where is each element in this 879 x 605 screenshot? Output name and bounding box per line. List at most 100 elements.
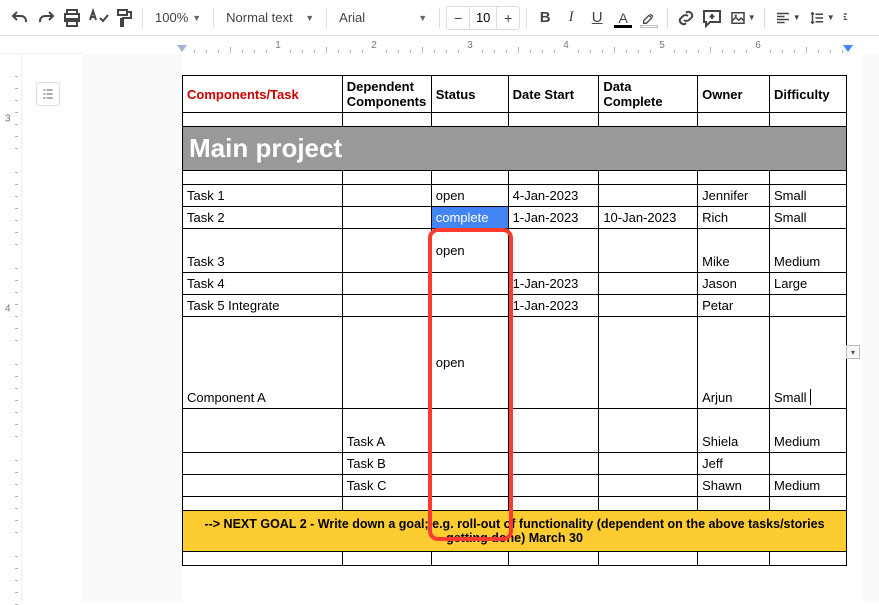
cell-start[interactable]: 1-Jan-2023	[508, 207, 599, 229]
table-row[interactable]: Task 4 1-Jan-2023 JasonLarge	[183, 273, 847, 295]
table-row[interactable]: Component A open ArjunSmall	[183, 317, 847, 409]
cell-owner[interactable]: Mike	[698, 229, 770, 273]
cell-dep[interactable]: Task A	[342, 409, 431, 453]
cell-name[interactable]	[183, 409, 343, 453]
cell-complete[interactable]: 10-Jan-2023	[599, 207, 698, 229]
cell-status[interactable]: complete	[431, 207, 508, 229]
cell-status[interactable]: open	[431, 229, 508, 273]
hdr-owner[interactable]: Owner	[698, 76, 770, 113]
cell-name[interactable]	[183, 475, 343, 497]
redo-button[interactable]	[34, 6, 58, 30]
insert-link-button[interactable]	[674, 6, 698, 30]
font-size-dec[interactable]: −	[447, 7, 469, 29]
hdr-date-complete[interactable]: Data Complete	[599, 76, 698, 113]
table-row[interactable]: Task 5 Integrate 1-Jan-2023 Petar	[183, 295, 847, 317]
cell-start[interactable]: 1-Jan-2023	[508, 295, 599, 317]
cell-dep[interactable]	[342, 317, 431, 409]
print-button[interactable]	[60, 6, 84, 30]
paint-format-button[interactable]	[112, 6, 136, 30]
cell-diff[interactable]	[770, 295, 847, 317]
cell-owner[interactable]: Rich	[698, 207, 770, 229]
line-spacing-button[interactable]: ▼	[805, 6, 837, 30]
cell-name[interactable]: Task 3	[183, 229, 343, 273]
cell-status[interactable]	[431, 273, 508, 295]
cell-diff[interactable]	[770, 453, 847, 475]
cell-diff[interactable]: Medium	[770, 409, 847, 453]
italic-button[interactable]: I	[559, 6, 583, 30]
cell-complete[interactable]	[599, 475, 698, 497]
cell-status[interactable]	[431, 453, 508, 475]
cell-dropdown-icon[interactable]: ▾	[846, 345, 860, 359]
cell-dep[interactable]: Task C	[342, 475, 431, 497]
zoom-dropdown[interactable]: 100%▼	[149, 5, 207, 31]
font-dropdown[interactable]: Arial▼	[333, 5, 433, 31]
cell-start[interactable]: 4-Jan-2023	[508, 185, 599, 207]
hdr-components-task[interactable]: Components/Task	[183, 76, 343, 113]
document-outline-button[interactable]	[36, 82, 60, 106]
cell-diff[interactable]: Medium	[770, 475, 847, 497]
table-row[interactable]: Task 2 complete1-Jan-202310-Jan-2023RichS…	[183, 207, 847, 229]
left-indent-marker[interactable]	[177, 45, 187, 52]
table-row[interactable]: Task 1 open4-Jan-2023 JenniferSmall	[183, 185, 847, 207]
spacer-row[interactable]	[183, 552, 847, 566]
cell-start[interactable]	[508, 453, 599, 475]
cell-status[interactable]	[431, 475, 508, 497]
cell-diff[interactable]: Small	[770, 207, 847, 229]
cell-owner[interactable]: Shiela	[698, 409, 770, 453]
cell-complete[interactable]	[599, 317, 698, 409]
hdr-status[interactable]: Status	[431, 76, 508, 113]
insert-image-button[interactable]: ▼	[726, 6, 758, 30]
table-row[interactable]: Task B Jeff	[183, 453, 847, 475]
cell-diff[interactable]: Medium	[770, 229, 847, 273]
table-row[interactable]: Task A ShielaMedium	[183, 409, 847, 453]
text-color-button[interactable]: A	[611, 6, 635, 30]
font-size-value[interactable]: 10	[469, 7, 497, 29]
cell-diff[interactable]: Large	[770, 273, 847, 295]
more-toolbar-button[interactable]	[839, 6, 859, 30]
cell-diff[interactable]: Small	[770, 185, 847, 207]
cell-complete[interactable]	[599, 453, 698, 475]
cell-complete[interactable]	[599, 295, 698, 317]
cell-dep[interactable]	[342, 229, 431, 273]
bold-button[interactable]: B	[533, 6, 557, 30]
cell-name[interactable]: Component A	[183, 317, 343, 409]
spacer-row[interactable]	[183, 113, 847, 127]
align-button[interactable]: ▼	[771, 6, 803, 30]
cell-diff[interactable]: Small	[770, 317, 847, 409]
cell-owner[interactable]: Jennifer	[698, 185, 770, 207]
cell-dep[interactable]: Task B	[342, 453, 431, 475]
cell-owner[interactable]: Jeff	[698, 453, 770, 475]
cell-complete[interactable]	[599, 409, 698, 453]
hdr-date-start[interactable]: Date Start	[508, 76, 599, 113]
cell-status[interactable]	[431, 295, 508, 317]
hdr-dependent[interactable]: Dependent Components	[342, 76, 431, 113]
highlight-color-button[interactable]	[637, 6, 661, 30]
cell-dep[interactable]	[342, 295, 431, 317]
cell-status[interactable]: open	[431, 317, 508, 409]
style-dropdown[interactable]: Normal text▼	[220, 5, 320, 31]
underline-button[interactable]: U	[585, 6, 609, 30]
table-header-row[interactable]: Components/Task Dependent Components Sta…	[183, 76, 847, 113]
cell-dep[interactable]	[342, 185, 431, 207]
cell-name[interactable]: Task 2	[183, 207, 343, 229]
title-row[interactable]: Main project	[183, 127, 847, 171]
right-indent-marker[interactable]	[843, 45, 853, 52]
cell-name[interactable]: Task 1	[183, 185, 343, 207]
table-row[interactable]: Task 3 open MikeMedium	[183, 229, 847, 273]
cell-status[interactable]: open	[431, 185, 508, 207]
font-size-inc[interactable]: +	[497, 7, 519, 29]
cell-name[interactable]: Task 5 Integrate	[183, 295, 343, 317]
cell-complete[interactable]	[599, 229, 698, 273]
cell-start[interactable]	[508, 409, 599, 453]
table-row[interactable]: Task CShawnMedium	[183, 475, 847, 497]
cell-owner[interactable]: Petar	[698, 295, 770, 317]
cell-owner[interactable]: Jason	[698, 273, 770, 295]
undo-button[interactable]	[8, 6, 32, 30]
cell-start[interactable]	[508, 229, 599, 273]
cell-name[interactable]	[183, 453, 343, 475]
cell-start[interactable]	[508, 475, 599, 497]
cell-start[interactable]: 1-Jan-2023	[508, 273, 599, 295]
cell-owner[interactable]: Arjun	[698, 317, 770, 409]
cell-name[interactable]: Task 4	[183, 273, 343, 295]
project-table[interactable]: Components/Task Dependent Components Sta…	[182, 75, 847, 566]
